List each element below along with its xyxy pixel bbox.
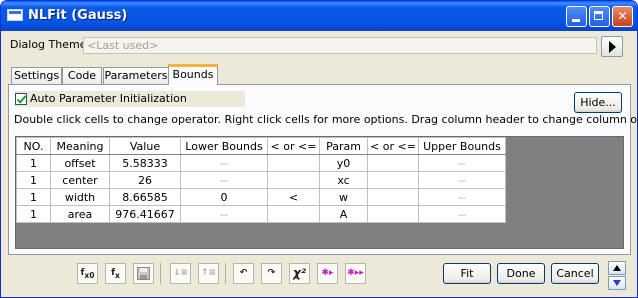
iterate-all-icon[interactable]: ✱▸▸ [345, 263, 366, 284]
cell-value: 5.58333 [109, 154, 181, 172]
cell-upper-bounds[interactable]: -- [418, 188, 506, 206]
window-title: NLFit (Gauss) [28, 8, 128, 23]
fx-icon[interactable]: fx [105, 263, 126, 284]
auto-init-row[interactable]: Auto Parameter Initialization [15, 91, 245, 107]
cell-lower-bounds[interactable]: -- [180, 171, 268, 189]
cell-no: 1 [16, 171, 51, 189]
col-header-param[interactable]: Param [319, 137, 368, 155]
cell-no: 1 [16, 154, 51, 172]
col-header-meaning[interactable]: Meaning [50, 137, 110, 155]
col-header-upper-op[interactable]: < or <= [367, 137, 419, 155]
cell-lower-op[interactable]: < [267, 188, 320, 206]
cell-param: y0 [319, 154, 368, 172]
col-header-lower-bounds[interactable]: Lower Bounds [180, 137, 268, 155]
nlfit-dialog: NLFit (Gauss) ✕ Dialog Theme <Last used>… [0, 0, 638, 298]
instructions-text: Double click cells to change operator. R… [14, 113, 638, 126]
sort-up-icon[interactable]: ↑≡ [198, 263, 219, 284]
title-bar[interactable]: NLFit (Gauss) ✕ [1, 1, 637, 31]
sort-down-icon[interactable]: ↓≡ [170, 263, 191, 284]
tab-bounds[interactable]: Bounds [168, 64, 218, 85]
cell-param: A [319, 205, 368, 223]
hide-button[interactable]: Hide... [574, 92, 622, 113]
cell-value: 8.66585 [109, 188, 181, 206]
minimize-button[interactable] [566, 6, 587, 27]
tab-code[interactable]: Code [62, 67, 102, 84]
bounds-table: NO. Meaning Value Lower Bounds < or <= P… [16, 137, 506, 223]
scroll-down-icon[interactable] [608, 276, 626, 290]
cell-upper-bounds[interactable]: -- [418, 154, 506, 172]
done-button[interactable]: Done [497, 263, 545, 284]
table-row: 1 offset 5.58333 -- y0 -- [16, 154, 506, 172]
fx0-icon[interactable]: fx0 [77, 263, 98, 284]
col-header-value[interactable]: Value [109, 137, 181, 155]
save-icon[interactable] [133, 263, 154, 284]
cell-lower-op[interactable] [267, 154, 320, 172]
cell-param: w [319, 188, 368, 206]
close-button[interactable]: ✕ [612, 6, 633, 27]
table-row: 1 width 8.66585 0 < w -- [16, 188, 506, 206]
cell-meaning: offset [50, 154, 110, 172]
cell-lower-bounds[interactable]: 0 [180, 188, 268, 206]
table-row: 1 center 26 -- xc -- [16, 171, 506, 189]
dialog-theme-combo[interactable]: <Last used> [83, 37, 597, 54]
cell-no: 1 [16, 188, 51, 206]
dialog-theme-label: Dialog Theme [10, 38, 87, 51]
cell-value: 976.41667 [109, 205, 181, 223]
undo-icon[interactable]: ↶ [233, 263, 254, 284]
cell-upper-op[interactable] [367, 205, 419, 223]
fit-button[interactable]: Fit [443, 263, 491, 284]
col-header-upper-bounds[interactable]: Upper Bounds [418, 137, 506, 155]
cell-lower-op[interactable] [267, 171, 320, 189]
cancel-button[interactable]: Cancel [551, 263, 599, 284]
cell-lower-op[interactable] [267, 205, 320, 223]
tab-settings[interactable]: Settings [11, 67, 62, 84]
cell-upper-op[interactable] [367, 154, 419, 172]
redo-icon[interactable]: ↷ [261, 263, 282, 284]
theme-arrow-button[interactable] [601, 36, 623, 57]
cell-lower-bounds[interactable]: -- [180, 205, 268, 223]
cell-meaning: width [50, 188, 110, 206]
tab-parameters[interactable]: Parameters [103, 67, 169, 84]
scroll-up-icon[interactable] [608, 261, 626, 275]
cell-lower-bounds[interactable]: -- [180, 154, 268, 172]
toolbar-separator [225, 263, 226, 284]
cell-upper-bounds[interactable]: -- [418, 205, 506, 223]
cell-param: xc [319, 171, 368, 189]
col-header-no[interactable]: NO. [16, 137, 51, 155]
auto-init-checkbox[interactable] [15, 93, 27, 105]
cell-value: 26 [109, 171, 181, 189]
window-icon [7, 9, 23, 21]
maximize-button[interactable] [589, 6, 610, 27]
toolbar-separator [160, 263, 161, 284]
table-header-row: NO. Meaning Value Lower Bounds < or <= P… [16, 137, 506, 155]
cell-upper-op[interactable] [367, 171, 419, 189]
cell-no: 1 [16, 205, 51, 223]
chi-square-icon[interactable]: χ² [289, 263, 310, 284]
iterate-one-icon[interactable]: ✱▸ [317, 263, 338, 284]
table-row: 1 area 976.41667 -- A -- [16, 205, 506, 223]
cell-upper-op[interactable] [367, 188, 419, 206]
cell-meaning: center [50, 171, 110, 189]
col-header-lower-op[interactable]: < or <= [267, 137, 320, 155]
cell-meaning: area [50, 205, 110, 223]
auto-init-label: Auto Parameter Initialization [30, 92, 187, 105]
cell-upper-bounds[interactable]: -- [418, 171, 506, 189]
